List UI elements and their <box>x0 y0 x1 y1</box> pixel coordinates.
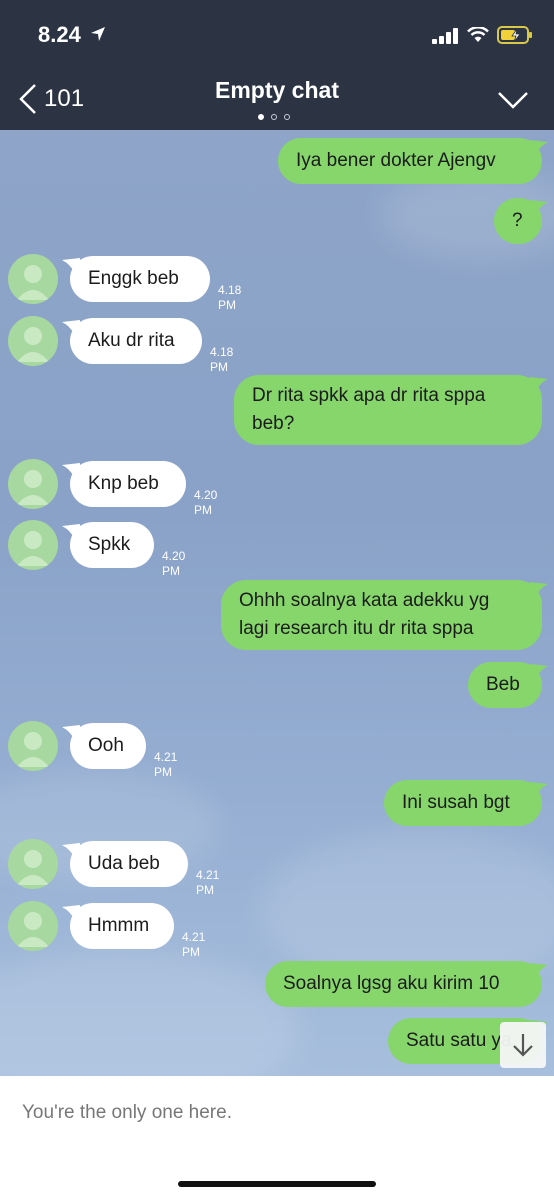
message-time: 4.21 PM <box>154 750 178 779</box>
bubble-tail <box>62 320 80 334</box>
chat-title: Empty chat <box>215 77 339 103</box>
message-meta: 4.20 PM <box>194 488 217 518</box>
bubble-tail <box>530 200 548 214</box>
message-meta: 4.21 PM <box>154 750 177 780</box>
user-silhouette-icon <box>17 470 49 505</box>
message-meta: 4.18 PM <box>210 345 233 375</box>
user-silhouette-icon <box>17 732 49 767</box>
user-silhouette-icon <box>17 265 49 300</box>
message-time: 4.18 PM <box>210 345 234 374</box>
message-time: 4.18 PM <box>218 283 242 312</box>
battery-icon <box>497 26 532 44</box>
bubble-tail <box>530 582 548 596</box>
received-message-bubble[interactable]: Aku dr rita <box>70 318 202 364</box>
message-time: 4.21 PM <box>182 930 206 959</box>
page-dot <box>271 114 277 120</box>
page-dot <box>284 114 290 120</box>
received-message-bubble[interactable]: Enggk beb <box>70 256 210 302</box>
avatar[interactable] <box>8 459 58 509</box>
user-silhouette-icon <box>17 531 49 566</box>
message-time: 4.20 PM <box>194 488 218 517</box>
sent-message-bubble[interactable]: Iya bener dokter Ajengv <box>278 138 542 184</box>
avatar[interactable] <box>8 901 58 951</box>
page-dot <box>258 114 264 120</box>
sent-message-bubble[interactable]: Soalnya lgsg aku kirim 10 <box>265 961 542 1007</box>
page-dots <box>258 114 290 120</box>
message-meta: 4.21 PM <box>196 868 219 898</box>
avatar[interactable] <box>8 254 58 304</box>
received-message-bubble[interactable]: Uda beb <box>70 841 188 887</box>
sent-message-bubble[interactable]: Dr rita spkk apa dr rita sppa beb? <box>234 375 542 445</box>
bubble-tail <box>530 377 548 391</box>
chat-area[interactable]: Iya bener dokter AjengvRead4.18 PM?Read4… <box>0 130 554 1076</box>
status-time: 8.24 <box>38 22 81 47</box>
avatar[interactable] <box>8 316 58 366</box>
bubble-tail <box>62 905 80 919</box>
bubble-tail <box>62 258 80 272</box>
avatar[interactable] <box>8 721 58 771</box>
signal-icon <box>432 28 458 44</box>
wifi-icon <box>467 27 489 42</box>
message-meta: 4.20 PM <box>162 549 185 579</box>
bubble-tail <box>530 664 548 678</box>
bubble-tail <box>62 463 80 477</box>
bubble-tail <box>530 963 548 977</box>
bubble-tail <box>62 843 80 857</box>
user-silhouette-icon <box>17 912 49 947</box>
empty-chat-notice: You're the only one here. <box>22 1102 232 1123</box>
user-silhouette-icon <box>17 327 49 362</box>
sent-message-bubble[interactable]: Ini susah bgt <box>384 780 542 826</box>
message-time: 4.20 PM <box>162 549 186 578</box>
received-message-bubble[interactable]: Ooh <box>70 723 146 769</box>
bubble-tail <box>530 140 548 154</box>
avatar[interactable] <box>8 839 58 889</box>
message-time: 4.21 PM <box>196 868 220 897</box>
received-message-bubble[interactable]: Spkk <box>70 522 154 568</box>
user-silhouette-icon <box>17 850 49 885</box>
chat-header: 8.24 101 Empty chat <box>0 0 554 130</box>
received-message-bubble[interactable]: Knp beb <box>70 461 186 507</box>
bubble-tail <box>62 725 80 739</box>
message-meta: 4.18 PM <box>218 283 241 313</box>
sent-message-bubble[interactable]: Ohhh soalnya kata adekku yg lagi researc… <box>221 580 542 650</box>
chevron-down-icon[interactable] <box>497 90 529 110</box>
home-indicator[interactable] <box>178 1181 376 1187</box>
avatar[interactable] <box>8 520 58 570</box>
bubble-tail <box>530 782 548 796</box>
location-arrow-icon <box>91 27 105 41</box>
bubble-tail <box>62 524 80 538</box>
arrow-down-icon <box>513 1034 533 1057</box>
received-message-bubble[interactable]: Hmmm <box>70 903 174 949</box>
scroll-to-bottom-button[interactable] <box>500 1022 546 1068</box>
message-meta: 4.21 PM <box>182 930 205 960</box>
